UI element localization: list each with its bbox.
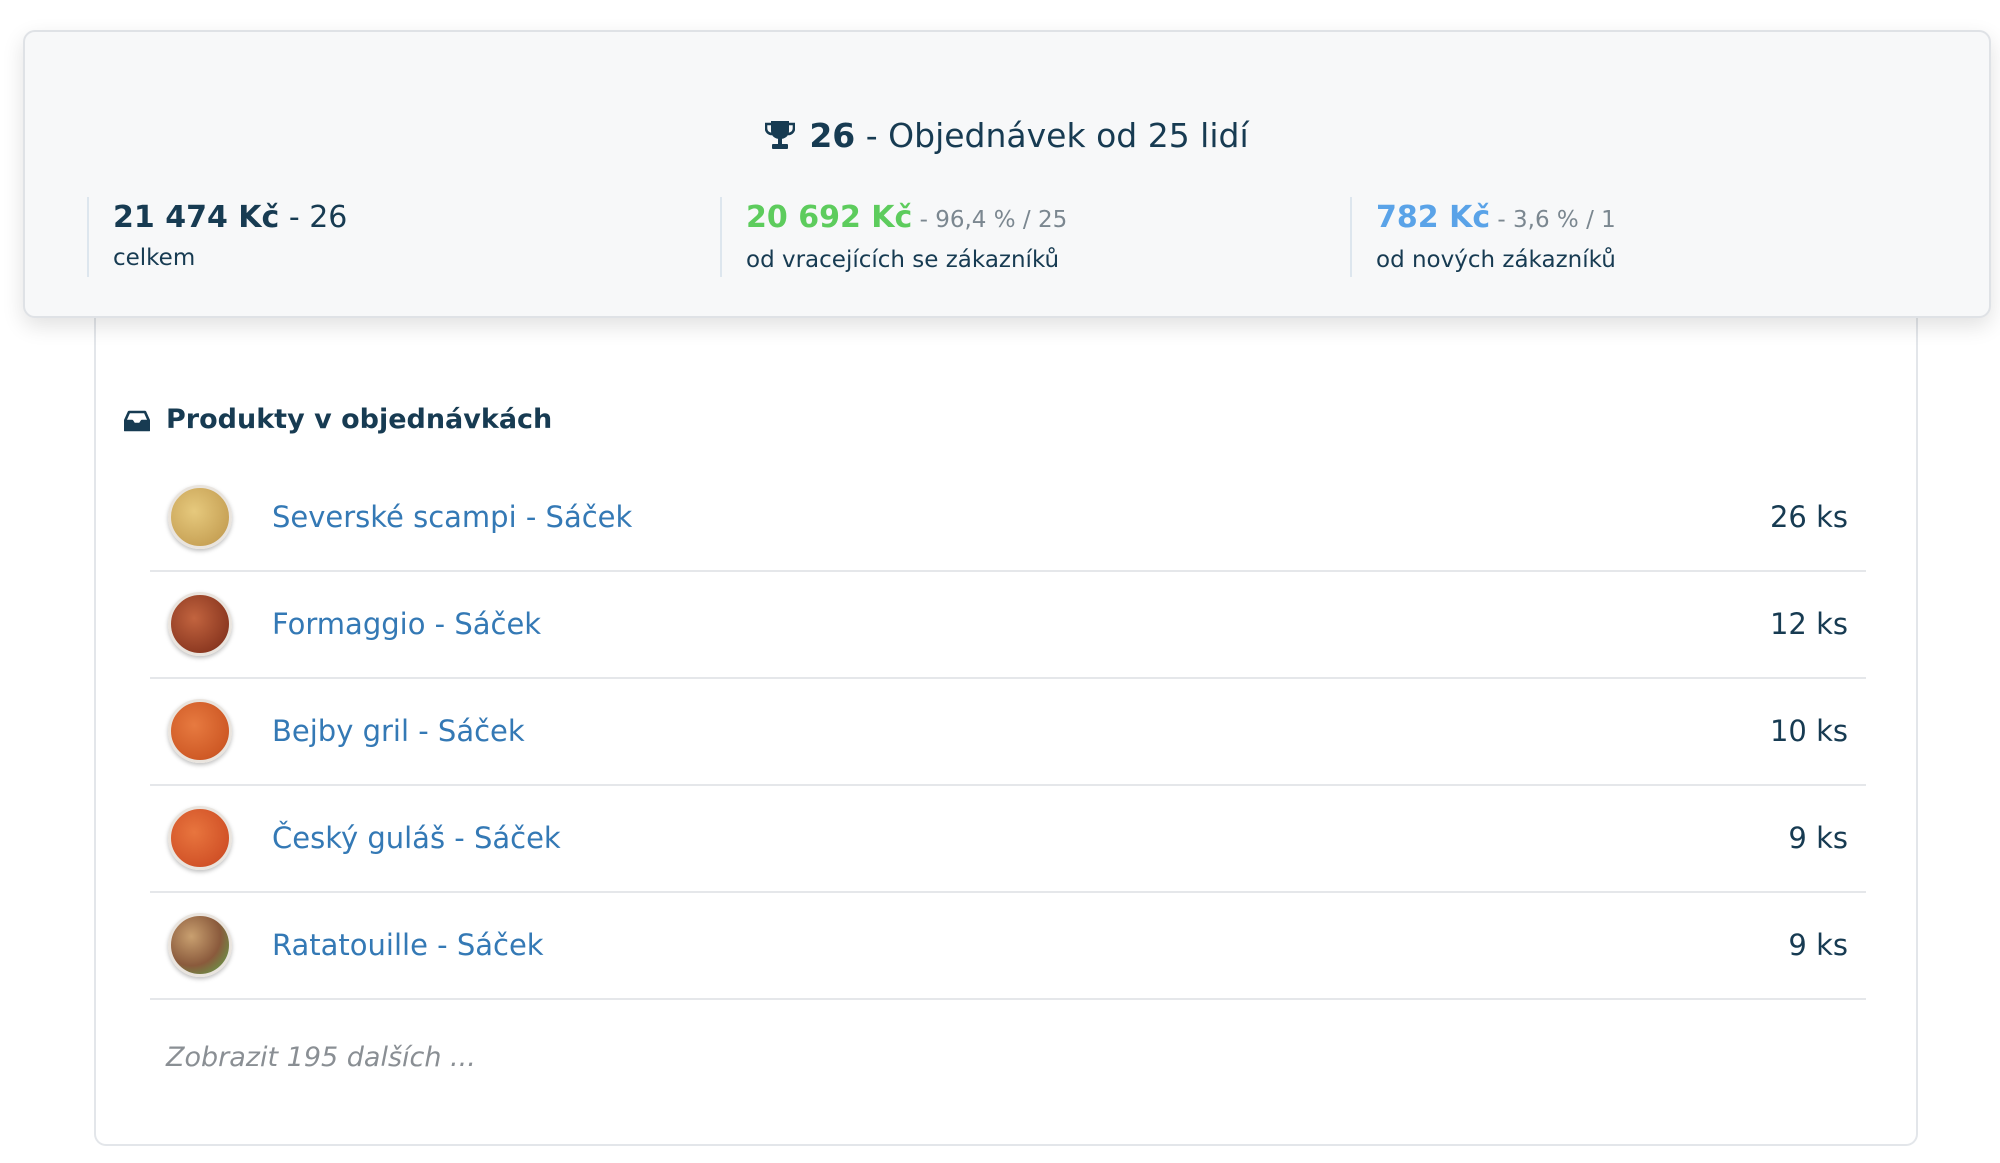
product-quantity: 9 ks — [1788, 821, 1848, 855]
product-link[interactable]: Bejby gril - Sáček — [272, 711, 525, 751]
product-thumbnail — [168, 592, 232, 656]
show-more-link[interactable]: Zobrazit 195 dalších ... — [166, 1038, 476, 1078]
orders-headline-text: - Objednávek od 25 lidí — [855, 116, 1249, 155]
stat-total-value: 21 474 Kč — [113, 200, 280, 235]
product-quantity: 12 ks — [1769, 607, 1848, 641]
products-section-title: Produkty v objednávkách — [124, 400, 553, 440]
product-thumbnail — [168, 913, 232, 977]
product-link[interactable]: Severské scampi - Sáček — [272, 497, 632, 537]
stat-returning-label: od vracejících se zákazníků — [746, 247, 1060, 273]
stat-new-value: 782 Kč — [1376, 200, 1491, 235]
stat-total-label: celkem — [113, 245, 196, 271]
product-thumbnail — [168, 699, 232, 763]
product-row: Severské scampi - Sáček 26 ks — [150, 465, 1866, 572]
products-title-text: Produkty v objednávkách — [166, 404, 553, 435]
stat-returning-value: 20 692 Kč — [746, 200, 913, 235]
inbox-icon — [124, 410, 150, 432]
product-link[interactable]: Český guláš - Sáček — [272, 818, 561, 858]
stat-total: 21 474 Kč - 26 celkem — [87, 197, 347, 277]
orders-summary-panel: 26 - Objednávek od 25 lidí 21 474 Kč - 2… — [23, 30, 1991, 318]
product-row: Formaggio - Sáček 12 ks — [150, 572, 1866, 679]
product-thumbnail — [168, 485, 232, 549]
product-row: Ratatouille - Sáček 9 ks — [150, 893, 1866, 1000]
orders-headline: 26 - Objednávek od 25 lidí — [25, 116, 1989, 156]
product-quantity: 9 ks — [1788, 928, 1848, 962]
product-link[interactable]: Formaggio - Sáček — [272, 604, 541, 644]
trophy-icon — [765, 121, 796, 149]
stat-total-detail: - 26 — [279, 200, 348, 235]
product-row: Český guláš - Sáček 9 ks — [150, 786, 1866, 893]
stat-new: 782 Kč - 3,6 % / 1 od nových zákazníků — [1350, 197, 1616, 277]
product-row: Bejby gril - Sáček 10 ks — [150, 679, 1866, 786]
stat-new-label: od nových zákazníků — [1376, 247, 1616, 273]
orders-count: 26 — [809, 116, 856, 155]
product-link[interactable]: Ratatouille - Sáček — [272, 925, 544, 965]
product-thumbnail — [168, 806, 232, 870]
stat-returning: 20 692 Kč - 96,4 % / 25 od vracejících s… — [720, 197, 1067, 277]
product-quantity: 26 ks — [1769, 500, 1848, 534]
stat-new-detail: - 3,6 % / 1 — [1490, 207, 1616, 233]
product-quantity: 10 ks — [1769, 714, 1848, 748]
stat-returning-detail: - 96,4 % / 25 — [912, 207, 1068, 233]
